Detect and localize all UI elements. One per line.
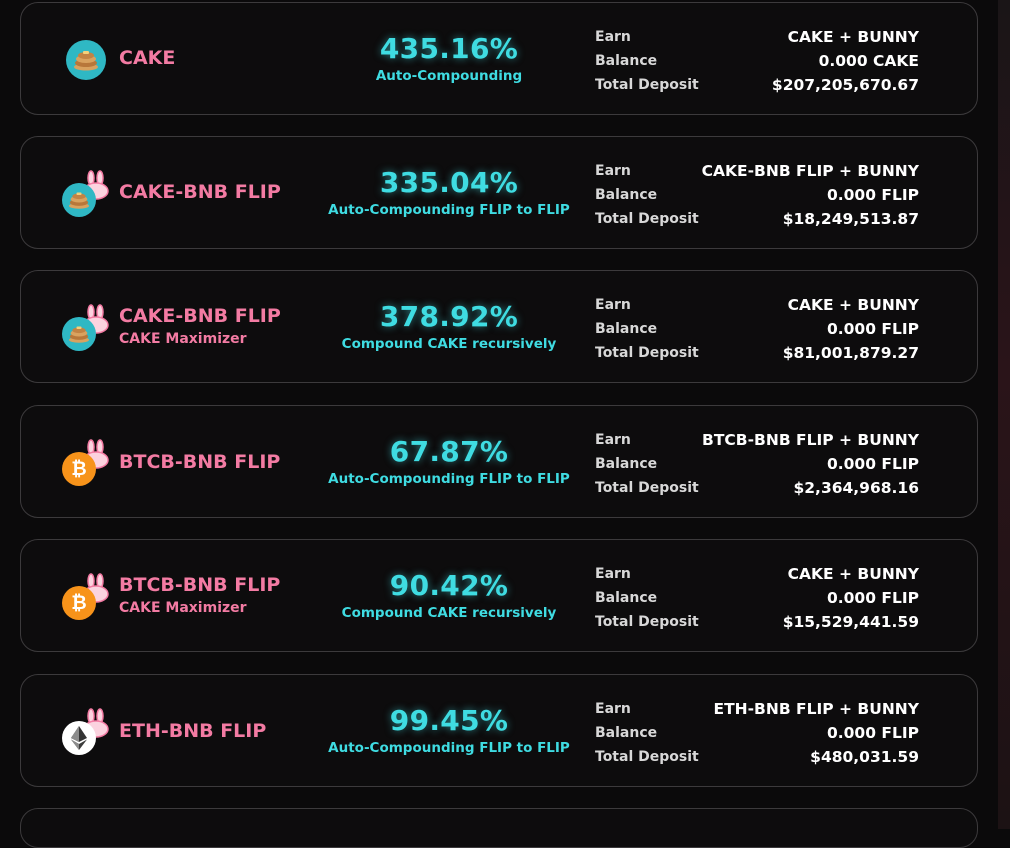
apy-block: 378.92% Compound CAKE recursively (319, 300, 579, 352)
total-deposit-label: Total Deposit (595, 614, 699, 630)
total-deposit-label: Total Deposit (595, 77, 699, 93)
total-deposit-value: $81,001,879.27 (782, 344, 919, 362)
earn-label: Earn (595, 297, 631, 313)
apy-description: Auto-Compounding FLIP to FLIP (328, 471, 570, 487)
cake-icon (62, 317, 96, 351)
pool-name: BTCB-BNB FLIP (119, 574, 281, 596)
pool-name: CAKE (119, 47, 176, 69)
total-deposit-label: Total Deposit (595, 345, 699, 361)
bitcoin-icon: ₿ (62, 586, 96, 620)
pool-card-cake-bnb-flip[interactable]: CAKE-BNB FLIP 335.04% Auto-Compounding F… (20, 136, 978, 249)
pool-card-cake-bnb-maximizer[interactable]: CAKE-BNB FLIP CAKE Maximizer 378.92% Com… (20, 270, 978, 383)
ethereum-icon (62, 721, 96, 755)
apy-description: Auto-Compounding FLIP to FLIP (328, 740, 570, 756)
earn-value: CAKE + BUNNY (787, 565, 919, 583)
apy-block: 90.42% Compound CAKE recursively (319, 569, 579, 621)
balance-label: Balance (595, 725, 658, 741)
cake-icon (66, 40, 106, 80)
pool-name: ETH-BNB FLIP (119, 720, 267, 742)
apy-value: 90.42% (389, 569, 509, 602)
pool-card-eth-bnb-flip[interactable]: ETH-BNB FLIP 99.45% Auto-Compounding FLI… (20, 674, 978, 787)
pool-name: CAKE-BNB FLIP (119, 181, 281, 203)
cake-icon (62, 183, 96, 217)
apy-value: 435.16% (379, 32, 519, 65)
total-deposit-value: $15,529,441.59 (782, 613, 919, 631)
apy-description: Auto-Compounding (375, 68, 523, 84)
balance-value: 0.000 FLIP (826, 186, 919, 204)
earn-value: ETH-BNB FLIP + BUNNY (713, 700, 919, 718)
balance-label: Balance (595, 321, 658, 337)
pool-name: BTCB-BNB FLIP (119, 451, 281, 473)
earn-label: Earn (595, 163, 631, 179)
pool-subtitle: CAKE Maximizer (119, 331, 247, 347)
pool-name-block: BTCB-BNB FLIP CAKE Maximizer (119, 574, 280, 616)
pool-card-btcb-bnb-maximizer[interactable]: ₿ BTCB-BNB FLIP CAKE Maximizer 90.42% Co… (20, 539, 978, 652)
pool-icon: ₿ (61, 569, 111, 620)
balance-value: 0.000 CAKE (818, 52, 919, 70)
apy-value: 335.04% (379, 166, 519, 199)
earn-label: Earn (595, 432, 631, 448)
pool-stats: Earn CAKE + BUNNY Balance 0.000 FLIP Total… (595, 562, 919, 634)
apy-block: 99.45% Auto-Compounding FLIP to FLIP (319, 704, 579, 756)
earn-label: Earn (595, 566, 631, 582)
pool-stats: Earn CAKE-BNB FLIP + BUNNY Balance 0.000 F… (595, 159, 919, 231)
pool-name: CAKE-BNB FLIP (119, 305, 281, 327)
total-deposit-value: $480,031.59 (810, 748, 919, 766)
pool-stats: Earn BTCB-BNB FLIP + BUNNY Balance 0.000 F… (595, 428, 919, 500)
pool-icon (61, 300, 111, 351)
pool-name-block: CAKE-BNB FLIP (119, 181, 281, 203)
earn-value: BTCB-BNB FLIP + BUNNY (702, 431, 919, 449)
balance-label: Balance (595, 456, 658, 472)
pool-name-block: CAKE (119, 47, 175, 69)
scrollbar-track[interactable] (998, 0, 1010, 829)
total-deposit-label: Total Deposit (595, 480, 699, 496)
balance-value: 0.000 FLIP (826, 724, 919, 742)
balance-label: Balance (595, 187, 658, 203)
pool-name-block: BTCB-BNB FLIP (119, 451, 280, 473)
apy-description: Compound CAKE recursively (341, 605, 557, 621)
total-deposit-value: $2,364,968.16 (793, 479, 919, 497)
apy-block: 435.16% Auto-Compounding (319, 32, 579, 84)
balance-label: Balance (595, 53, 658, 69)
balance-value: 0.000 FLIP (826, 320, 919, 338)
earn-label: Earn (595, 29, 631, 45)
pool-stats: Earn ETH-BNB FLIP + BUNNY Balance 0.000 FL… (595, 697, 919, 769)
pool-icon: ₿ (61, 435, 111, 486)
total-deposit-value: $207,205,670.67 (771, 76, 919, 94)
pool-card-btcb-bnb-flip[interactable]: ₿ BTCB-BNB FLIP 67.87% Auto-Compounding … (20, 405, 978, 518)
pool-list: CAKE 435.16% Auto-Compounding Earn CAKE +… (0, 0, 998, 848)
balance-value: 0.000 FLIP (826, 455, 919, 473)
pool-icon (61, 32, 111, 82)
balance-label: Balance (595, 590, 658, 606)
apy-description: Compound CAKE recursively (341, 336, 557, 352)
apy-block: 335.04% Auto-Compounding FLIP to FLIP (319, 166, 579, 218)
earn-value: CAKE + BUNNY (787, 296, 919, 314)
total-deposit-value: $18,249,513.87 (782, 210, 919, 228)
pool-stats: Earn CAKE + BUNNY Balance 0.000 FLIP Total… (595, 293, 919, 365)
apy-block: 67.87% Auto-Compounding FLIP to FLIP (319, 435, 579, 487)
earn-label: Earn (595, 701, 631, 717)
pool-name-block: ETH-BNB FLIP (119, 720, 266, 742)
pool-icon (61, 166, 111, 217)
apy-value: 99.45% (389, 704, 509, 737)
apy-value: 67.87% (389, 435, 509, 468)
pool-subtitle: CAKE Maximizer (119, 600, 247, 616)
bitcoin-icon: ₿ (62, 452, 96, 486)
apy-description: Auto-Compounding FLIP to FLIP (328, 202, 570, 218)
earn-value: CAKE + BUNNY (787, 28, 919, 46)
pool-card-partial[interactable] (20, 808, 978, 848)
pool-card-cake[interactable]: CAKE 435.16% Auto-Compounding Earn CAKE +… (20, 2, 978, 115)
earn-value: CAKE-BNB FLIP + BUNNY (701, 162, 919, 180)
pool-name-block: CAKE-BNB FLIP CAKE Maximizer (119, 305, 281, 347)
total-deposit-label: Total Deposit (595, 211, 699, 227)
pool-stats: Earn CAKE + BUNNY Balance 0.000 CAKE Total… (595, 25, 919, 97)
total-deposit-label: Total Deposit (595, 749, 699, 765)
balance-value: 0.000 FLIP (826, 589, 919, 607)
pool-icon (61, 704, 111, 755)
apy-value: 378.92% (379, 300, 519, 333)
